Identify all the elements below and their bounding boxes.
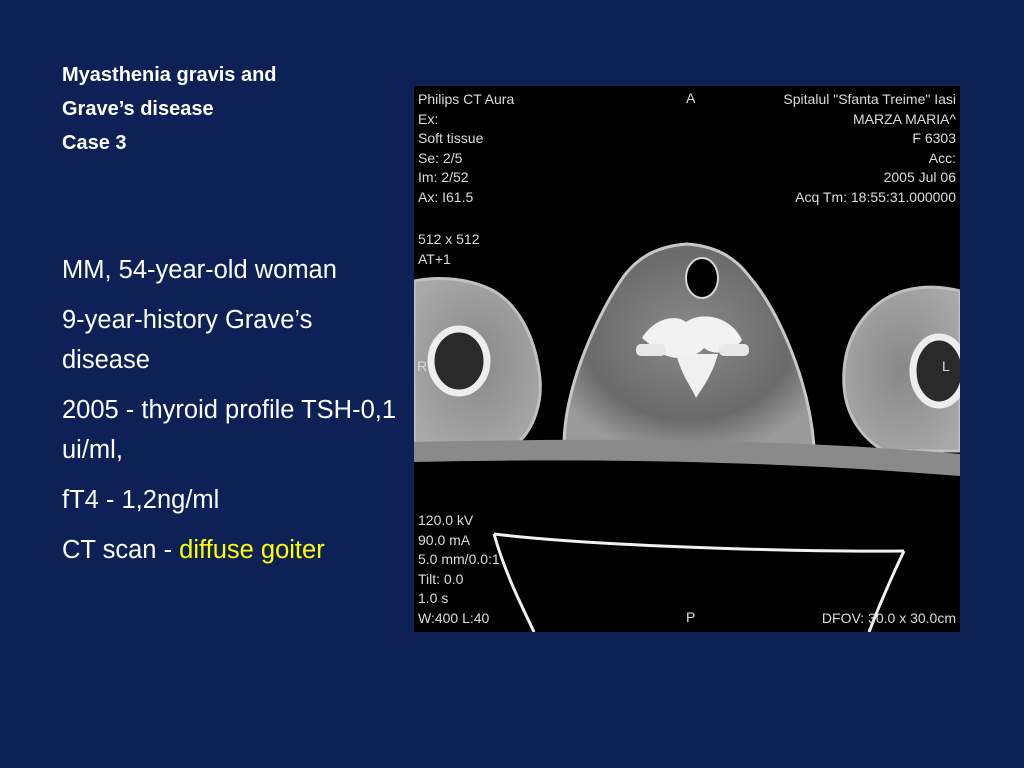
slide-title: Myasthenia gravis and Grave’s disease Ca… (62, 58, 277, 160)
patient-info: Spitalul "Sfanta Treime" Iasi MARZA MARI… (783, 90, 956, 207)
bullet-ct-scan: CT scan - diffuse goiter (62, 530, 407, 570)
title-line-2: Grave’s disease (62, 98, 214, 120)
matrix-at: AT+1 (418, 250, 451, 267)
ct-scan-image: Philips CT Aura Ex: Soft tissue Se: 2/5 … (414, 86, 960, 632)
rotation-time: 1.0 s (418, 590, 449, 606)
left-humeral-head (909, 333, 960, 409)
ct-table-left-edge (492, 533, 536, 632)
slice-thickness: 5.0 mm/0.0:1 (418, 551, 500, 567)
bullet-list: MM, 54-year-old woman 9-year-history Gra… (62, 250, 407, 580)
left-transverse-process (719, 344, 749, 356)
orientation-anterior: A (686, 90, 696, 106)
matrix-info: 512 x 512 AT+1 (418, 230, 480, 269)
trachea (685, 257, 719, 299)
series-number: Se: 2/5 (418, 149, 463, 166)
bullet-history: 9-year-history Grave’s disease (62, 306, 313, 374)
ct-table-top (493, 532, 905, 553)
bullet-ft4: fT4 - 1,2ng/ml (62, 486, 220, 514)
right-humeral-head (427, 325, 491, 397)
ct-scan-label: CT scan - (62, 536, 180, 564)
window-preset: Soft tissue (418, 130, 484, 146)
axial-position: Ax: I61.5 (418, 188, 474, 205)
scanner-info: Philips CT Aura Ex: Soft tissue Se: 2/5 … (418, 90, 514, 207)
acquisition-time: Acq Tm: 18:55:31.000000 (795, 188, 956, 205)
patient-name: MARZA MARIA^ (852, 110, 956, 127)
orientation-right: R (417, 358, 428, 374)
kvp: 120.0 kV (418, 512, 474, 528)
window-level: W:400 L:40 (418, 609, 490, 626)
patient-sex-id: F 6303 (912, 130, 956, 146)
gantry-tilt: Tilt: 0.0 (418, 570, 464, 587)
acquisition-params: 120.0 kV 90.0 mA 5.0 mm/0.0:1 Tilt: 0.0 … (418, 511, 500, 628)
accession-number: Acc: (928, 149, 956, 166)
image-number: Im: 2/52 (418, 169, 469, 185)
matrix-size: 512 x 512 (418, 231, 480, 247)
bullet-thyroid-profile: 2005 - thyroid profile TSH-0,1 ui/ml, (62, 396, 397, 464)
title-line-3: Case 3 (62, 132, 127, 154)
tube-current: 90.0 mA (418, 531, 471, 548)
exam-label: Ex: (418, 110, 439, 127)
display-fov: DFOV: 30.0 x 30.0cm (821, 610, 956, 626)
diffuse-goiter-highlight: diffuse goiter (179, 536, 325, 564)
title-line-1: Myasthenia gravis and (62, 64, 277, 86)
study-date: 2005 Jul 06 (883, 169, 956, 185)
scanner-model: Philips CT Aura (418, 91, 515, 107)
orientation-posterior: P (686, 609, 696, 625)
orientation-left: L (942, 358, 950, 374)
right-transverse-process (636, 344, 666, 356)
bullet-patient: MM, 54-year-old woman (62, 256, 337, 284)
hospital-name: Spitalul "Sfanta Treime" Iasi (783, 91, 956, 107)
